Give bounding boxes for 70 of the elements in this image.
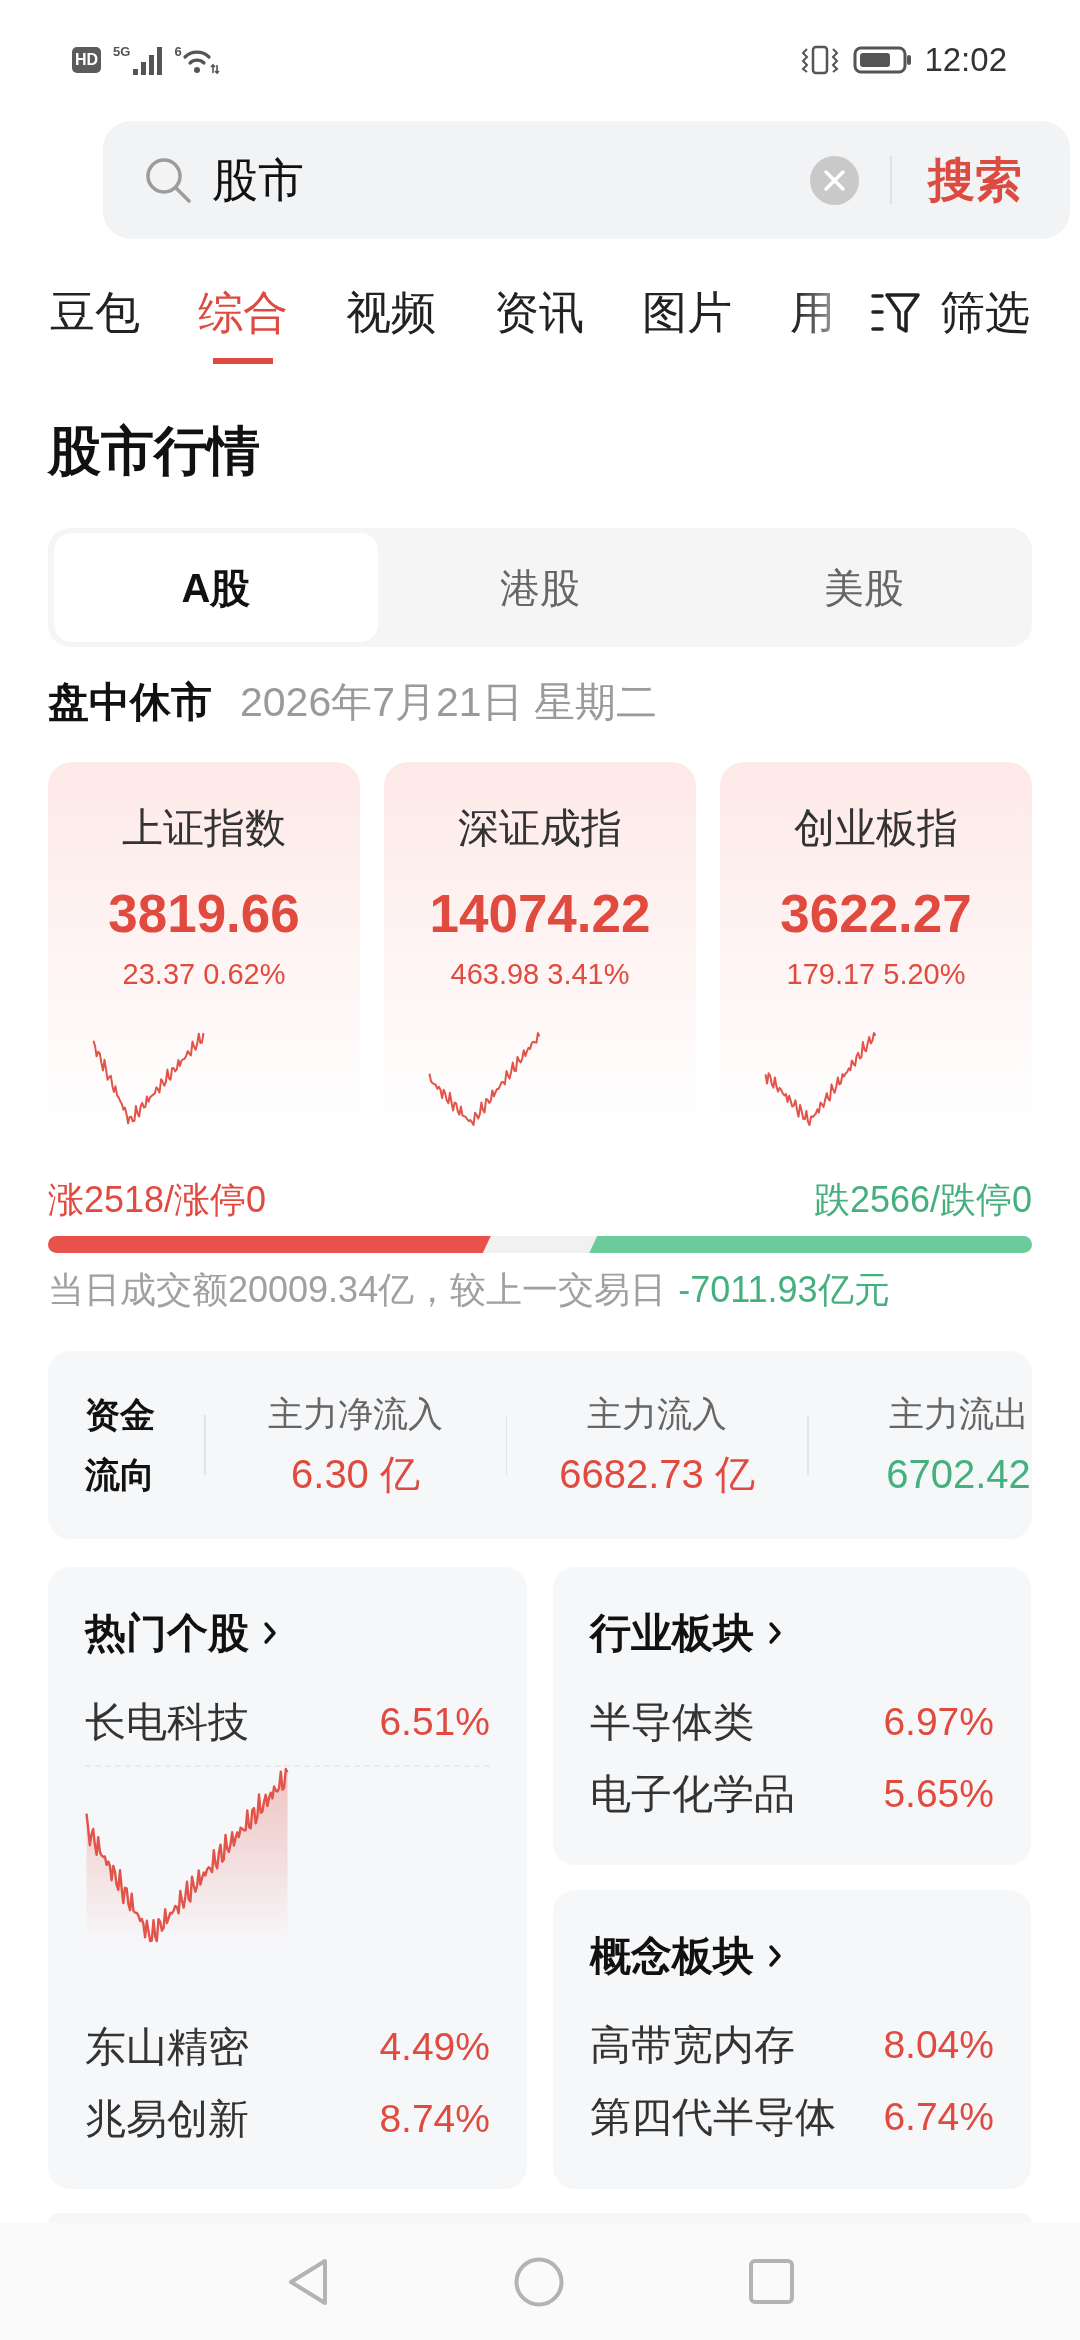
board-title-link[interactable]: 概念板块 — [590, 1932, 782, 1980]
index-change: 463.98 3.41% — [450, 957, 630, 992]
clock-time: 12:02 — [924, 40, 1007, 80]
stock-change: 6.51% — [379, 1699, 490, 1745]
stock-change: 6.74% — [883, 2094, 994, 2140]
index-change: 23.37 0.62% — [122, 957, 286, 992]
filter-icon — [871, 291, 921, 335]
search-tab[interactable]: 资讯 — [494, 287, 584, 364]
index-value: 3622.27 — [780, 884, 972, 944]
stock-name: 长电科技 — [85, 1698, 249, 1746]
section-title: 股市行情 — [48, 421, 261, 481]
flow-value: 6.30 亿 — [291, 1450, 420, 1498]
chevron-right-icon — [768, 1621, 782, 1645]
search-field[interactable]: 股市 搜索 — [103, 121, 1070, 239]
flow-value: 6702.42 — [886, 1450, 1031, 1498]
stock-name: 兆易创新 — [85, 2095, 249, 2143]
stock-name: 半导体类 — [590, 1698, 754, 1746]
board-title-link[interactable]: 行业板块 — [590, 1609, 782, 1657]
back-triangle-icon[interactable] — [286, 2256, 329, 2307]
wifi-band-label: 6 — [174, 45, 182, 58]
market-tab[interactable]: 港股 — [378, 533, 702, 642]
search-tab[interactable]: 图片 — [642, 287, 732, 364]
vibrate-icon — [800, 45, 841, 75]
stock-name: 第四代半导体 — [590, 2093, 836, 2141]
index-change: 179.17 5.20% — [786, 957, 966, 992]
market-tab[interactable]: 美股 — [702, 533, 1026, 642]
index-name: 深证成指 — [458, 804, 622, 852]
clear-icon[interactable] — [810, 155, 859, 205]
stock-change: 8.74% — [379, 2096, 490, 2142]
market-tab[interactable]: A股 — [54, 533, 378, 642]
signal-icon — [132, 45, 164, 75]
index-card[interactable]: 深证成指 14074.22 463.98 3.41% — [384, 762, 696, 1129]
hd-badge: HD — [72, 47, 102, 73]
index-name: 创业板指 — [794, 804, 958, 852]
index-value: 3819.66 — [108, 884, 300, 944]
stock-change: 6.97% — [883, 1699, 994, 1745]
search-tab[interactable]: 综合 — [198, 287, 288, 364]
index-card[interactable]: 创业板指 3622.27 179.17 5.20% — [720, 762, 1032, 1129]
index-value: 14074.22 — [429, 884, 651, 944]
turnover-change: -7011.93亿元 — [678, 1270, 890, 1310]
stock-name: 东山精密 — [85, 2023, 249, 2071]
battery-icon — [853, 46, 914, 74]
stock-name: 电子化学品 — [590, 1770, 795, 1818]
flow-label: 主力流出 — [888, 1392, 1029, 1435]
search-tab[interactable]: 视频 — [346, 287, 436, 364]
flow-label: 主力流入 — [587, 1392, 727, 1435]
flow-label: 主力净流入 — [268, 1392, 443, 1435]
network-label: 5G — [113, 45, 131, 58]
search-icon — [145, 157, 191, 203]
stock-name: 高带宽内存 — [590, 2021, 795, 2069]
rise-count-label: 涨2518/涨停0 — [48, 1180, 267, 1220]
recents-square-icon[interactable] — [748, 2259, 794, 2304]
fall-count-label: 跌2566/跌停0 — [813, 1180, 1032, 1220]
stock-change: 4.49% — [379, 2024, 490, 2070]
market-status: 盘中休市 — [48, 678, 212, 726]
home-circle-icon[interactable] — [513, 2256, 564, 2307]
search-tab[interactable]: 豆包 — [50, 287, 140, 364]
fund-flow-title: 资金流向 — [85, 1394, 156, 1496]
stock-change: 5.65% — [883, 1771, 994, 1817]
flow-value: 6682.73 亿 — [559, 1450, 755, 1498]
search-tab[interactable]: 用 — [790, 287, 835, 364]
chevron-right-icon — [768, 1944, 782, 1968]
stock-change: 8.04% — [883, 2022, 994, 2068]
board-title-link[interactable]: 热门个股 — [85, 1609, 277, 1657]
index-name: 上证指数 — [122, 804, 286, 852]
filter-button[interactable]: 筛选 — [871, 287, 1030, 339]
market-date: 2026年7月21日 星期二 — [240, 678, 657, 726]
turnover-text: 当日成交额20009.34亿，较上一交易日 — [48, 1270, 667, 1310]
search-button[interactable]: 搜索 — [928, 152, 1022, 208]
chevron-right-icon — [263, 1621, 277, 1645]
